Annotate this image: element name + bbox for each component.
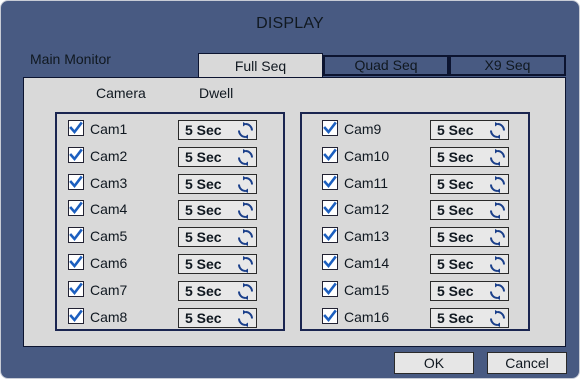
dwell-value: 5 Sec <box>437 283 474 299</box>
camera-checkbox[interactable] <box>68 147 84 163</box>
camera-label: Cam8 <box>90 309 128 325</box>
dwell-value: 5 Sec <box>437 310 474 326</box>
cycle-arrows-icon[interactable] <box>237 176 254 198</box>
cycle-arrows-icon[interactable] <box>489 122 506 144</box>
camera-checkbox[interactable] <box>68 308 84 324</box>
dwell-value: 5 Sec <box>185 122 222 138</box>
dwell-value: 5 Sec <box>437 256 474 272</box>
camera-checkbox[interactable] <box>322 254 338 270</box>
tab-x9-seq[interactable]: X9 Seq <box>449 55 566 76</box>
camera-label: Cam4 <box>90 201 128 217</box>
dwell-selector[interactable]: 5 Sec <box>430 200 509 220</box>
dwell-value: 5 Sec <box>437 149 474 165</box>
camera-label: Cam9 <box>344 121 382 137</box>
cycle-arrows-icon[interactable] <box>237 310 254 332</box>
camera-checkbox[interactable] <box>322 227 338 243</box>
dwell-value: 5 Sec <box>437 122 474 138</box>
camera-label: Cam1 <box>90 121 128 137</box>
tab-quad-seq[interactable]: Quad Seq <box>323 55 449 76</box>
camera-label: Cam3 <box>90 175 128 191</box>
cycle-arrows-icon[interactable] <box>489 310 506 332</box>
camera-header: Camera <box>96 85 146 101</box>
dwell-value: 5 Sec <box>437 176 474 192</box>
dwell-value: 5 Sec <box>185 283 222 299</box>
cycle-arrows-icon[interactable] <box>489 149 506 171</box>
cycle-arrows-icon[interactable] <box>489 256 506 278</box>
camera-label: Cam5 <box>90 228 128 244</box>
main-monitor-label: Main Monitor <box>30 51 111 67</box>
cycle-arrows-icon[interactable] <box>237 283 254 305</box>
tab-full-seq[interactable]: Full Seq <box>198 53 323 78</box>
dwell-value: 5 Sec <box>185 202 222 218</box>
cycle-arrows-icon[interactable] <box>237 149 254 171</box>
cycle-arrows-icon[interactable] <box>237 202 254 224</box>
camera-checkbox[interactable] <box>68 200 84 216</box>
dwell-value: 5 Sec <box>185 176 222 192</box>
dwell-selector[interactable]: 5 Sec <box>178 227 257 247</box>
camera-checkbox[interactable] <box>68 281 84 297</box>
camera-checkbox[interactable] <box>322 200 338 216</box>
camera-checkbox[interactable] <box>322 281 338 297</box>
dwell-selector[interactable]: 5 Sec <box>430 147 509 167</box>
cycle-arrows-icon[interactable] <box>489 202 506 224</box>
dwell-value: 5 Sec <box>185 149 222 165</box>
camera-checkbox[interactable] <box>68 227 84 243</box>
camera-label: Cam2 <box>90 148 128 164</box>
cycle-arrows-icon[interactable] <box>237 256 254 278</box>
camera-label: Cam11 <box>344 175 389 191</box>
dwell-header: Dwell <box>199 85 234 101</box>
cycle-arrows-icon[interactable] <box>489 229 506 251</box>
dwell-value: 5 Sec <box>437 202 474 218</box>
dwell-value: 5 Sec <box>185 229 222 245</box>
camera-checkbox[interactable] <box>68 174 84 190</box>
dwell-selector[interactable]: 5 Sec <box>178 281 257 301</box>
dwell-selector[interactable]: 5 Sec <box>178 174 257 194</box>
dwell-selector[interactable]: 5 Sec <box>178 147 257 167</box>
dwell-selector[interactable]: 5 Sec <box>178 254 257 274</box>
camera-label: Cam13 <box>344 228 390 244</box>
dialog-title: DISPLAY <box>256 15 324 32</box>
dwell-value: 5 Sec <box>185 310 222 326</box>
cycle-arrows-icon[interactable] <box>237 122 254 144</box>
dwell-selector[interactable]: 5 Sec <box>430 120 509 140</box>
dwell-selector[interactable]: 5 Sec <box>430 308 509 328</box>
camera-label: Cam6 <box>90 255 128 271</box>
camera-label: Cam14 <box>344 255 390 271</box>
dwell-selector[interactable]: 5 Sec <box>430 227 509 247</box>
dwell-selector[interactable]: 5 Sec <box>430 254 509 274</box>
camera-checkbox[interactable] <box>322 147 338 163</box>
camera-checkbox[interactable] <box>322 120 338 136</box>
dwell-selector[interactable]: 5 Sec <box>178 308 257 328</box>
camera-checkbox[interactable] <box>68 120 84 136</box>
ok-button[interactable]: OK <box>394 352 474 374</box>
dwell-selector[interactable]: 5 Sec <box>178 120 257 140</box>
dwell-selector[interactable]: 5 Sec <box>178 200 257 220</box>
dwell-selector[interactable]: 5 Sec <box>430 281 509 301</box>
camera-label: Cam7 <box>90 282 128 298</box>
cancel-button[interactable]: Cancel <box>487 352 567 374</box>
camera-label: Cam16 <box>344 309 390 325</box>
camera-checkbox[interactable] <box>322 308 338 324</box>
camera-label: Cam12 <box>344 201 390 217</box>
cycle-arrows-icon[interactable] <box>489 176 506 198</box>
cycle-arrows-icon[interactable] <box>237 229 254 251</box>
dwell-value: 5 Sec <box>437 229 474 245</box>
camera-checkbox[interactable] <box>68 254 84 270</box>
dwell-selector[interactable]: 5 Sec <box>430 174 509 194</box>
camera-label: Cam15 <box>344 282 390 298</box>
camera-label: Cam10 <box>344 148 390 164</box>
dwell-value: 5 Sec <box>185 256 222 272</box>
camera-checkbox[interactable] <box>322 174 338 190</box>
cycle-arrows-icon[interactable] <box>489 283 506 305</box>
